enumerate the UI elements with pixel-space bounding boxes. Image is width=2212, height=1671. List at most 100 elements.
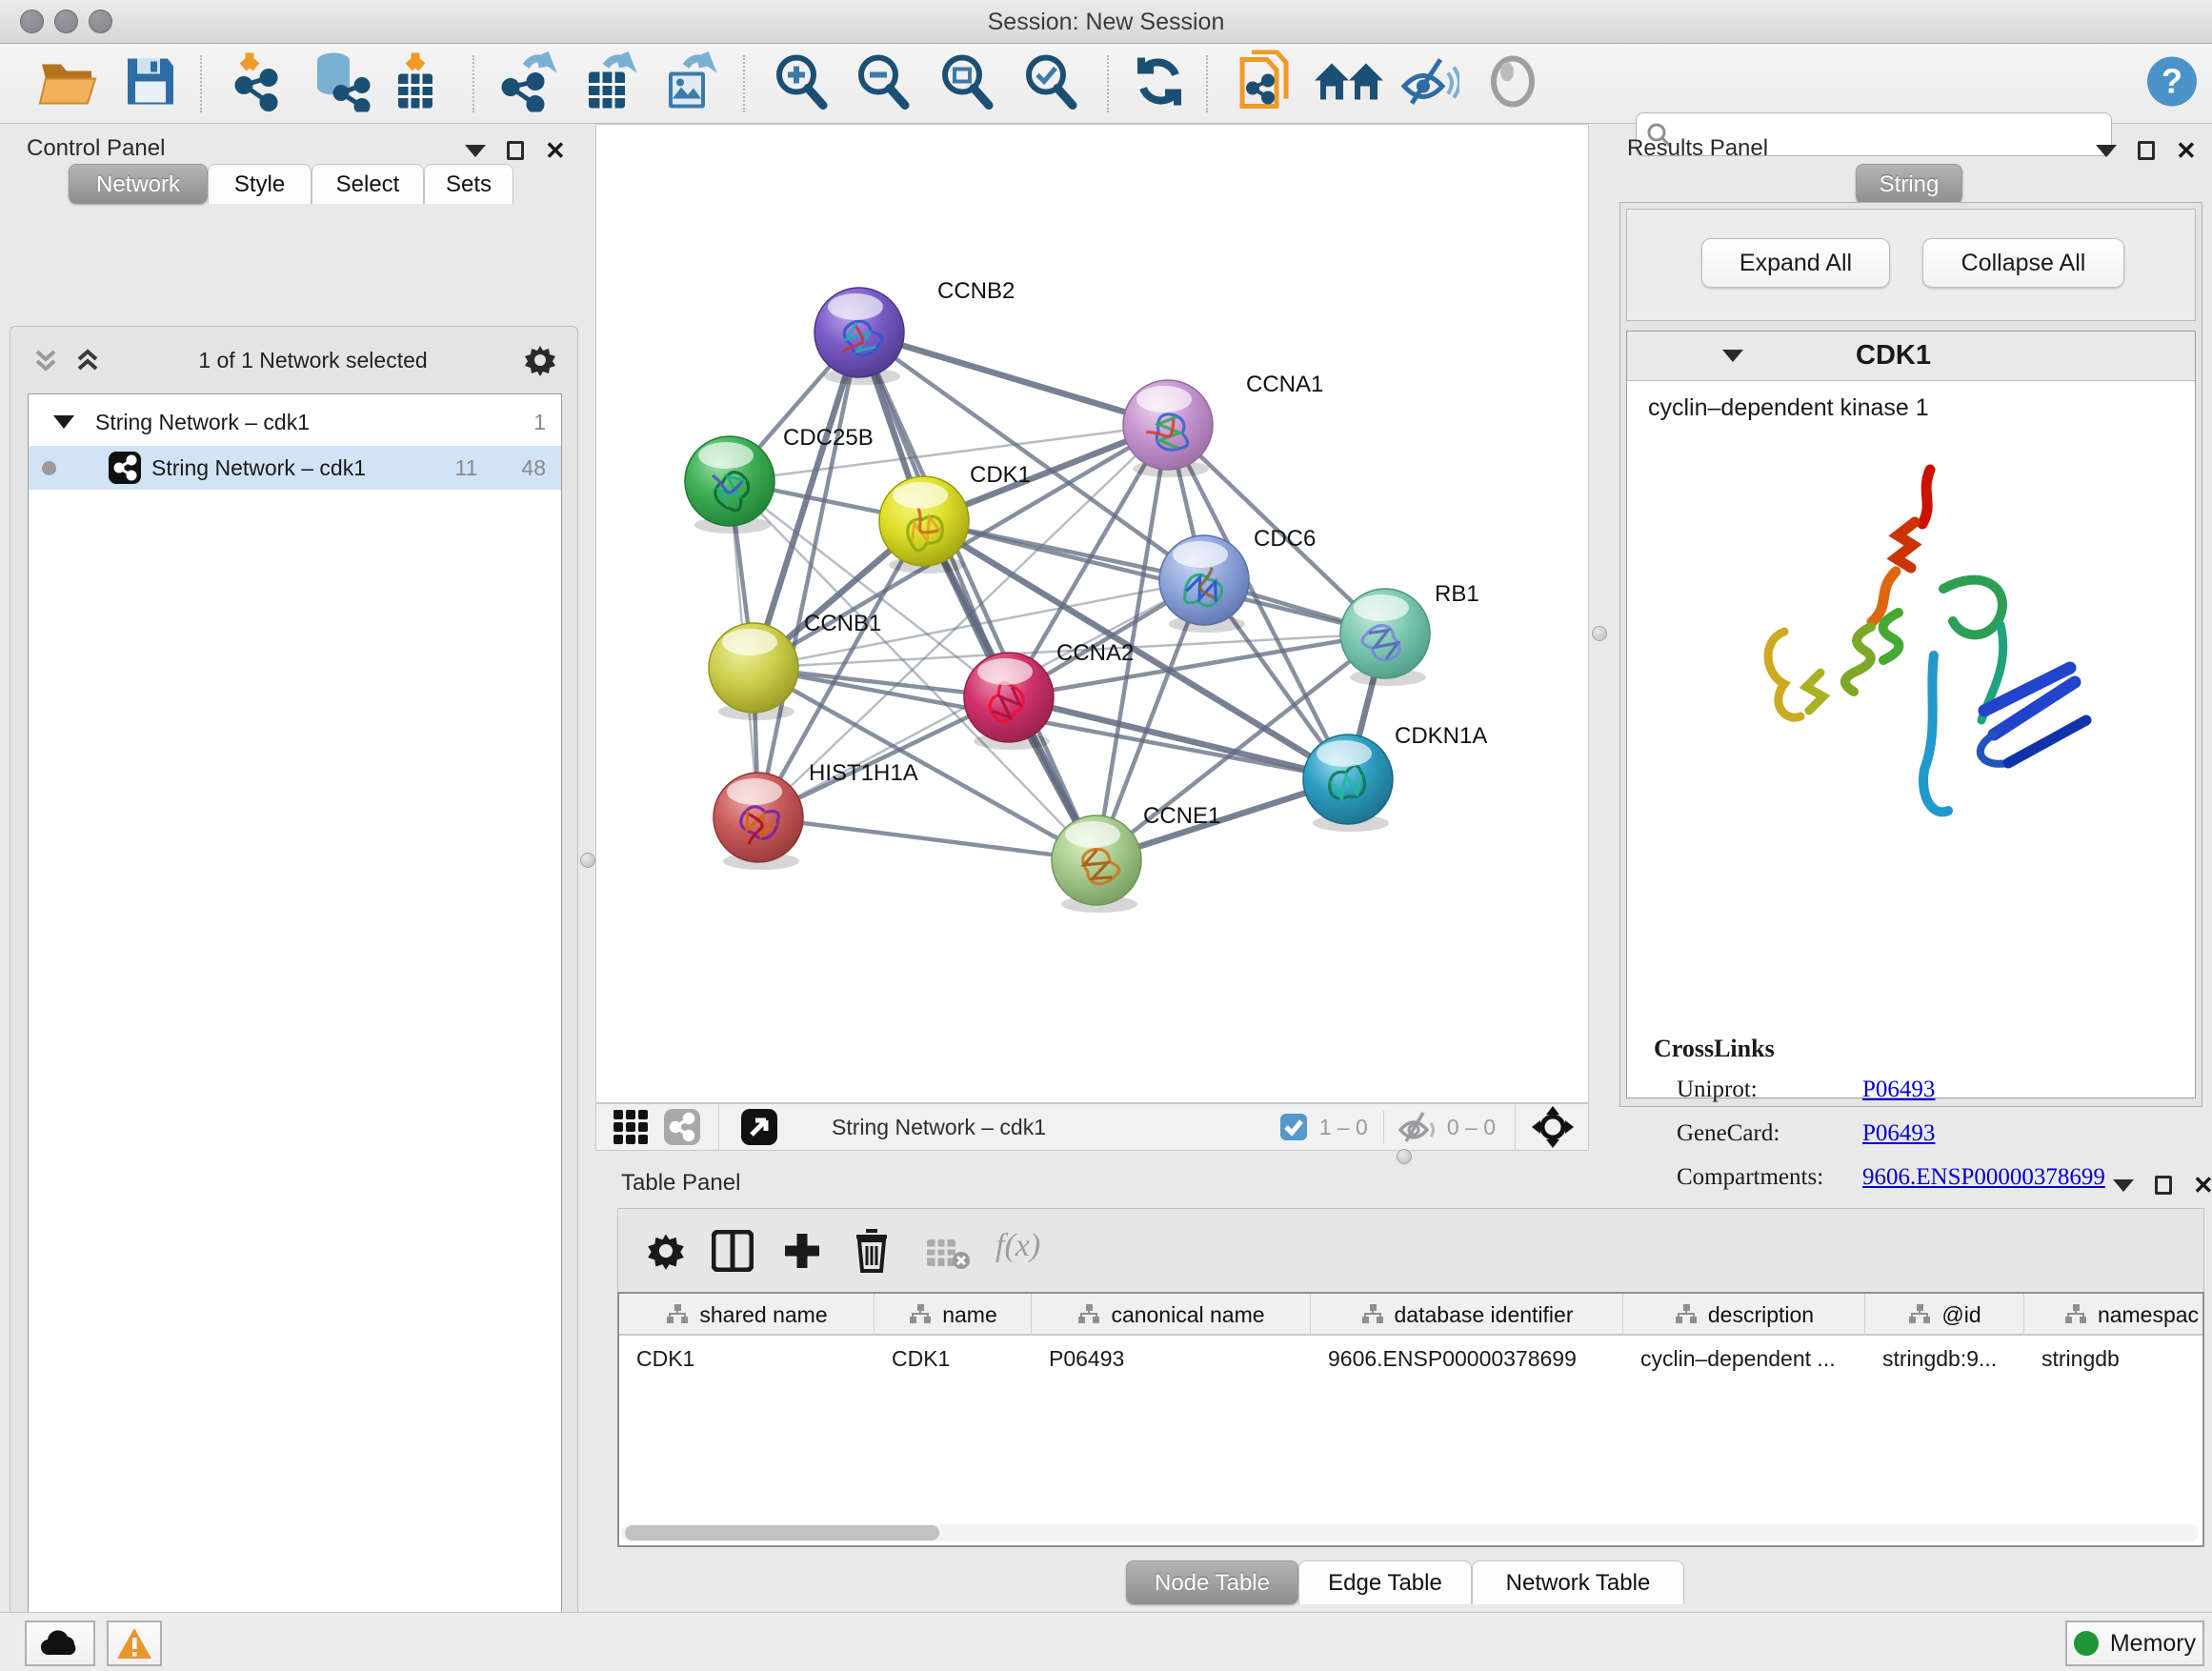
warning-button[interactable]: [107, 1621, 162, 1666]
help-icon[interactable]: ?: [2145, 54, 2199, 112]
node-CDC25B[interactable]: CDC25B: [685, 425, 874, 534]
hide-panel-eye-icon[interactable]: [1398, 53, 1459, 113]
table-cell[interactable]: stringdb:9...: [1865, 1338, 2024, 1379]
hidden-eye-icon[interactable]: [1398, 1111, 1438, 1143]
selected-checkbox-icon[interactable]: [1279, 1113, 1308, 1141]
export-table-icon[interactable]: [581, 50, 642, 116]
column-header-name[interactable]: name: [875, 1294, 1032, 1336]
zoom-out-icon[interactable]: [854, 51, 913, 115]
save-session-icon[interactable]: [124, 54, 177, 112]
tab-style[interactable]: Style: [208, 164, 312, 204]
node-CCNA1[interactable]: CCNA1: [1123, 372, 1323, 477]
tab-string[interactable]: String: [1856, 164, 1962, 204]
column-header-shared-name[interactable]: shared name: [619, 1294, 875, 1336]
table-row[interactable]: CDK1CDK1P064939606.ENSP00000378699cyclin…: [619, 1338, 2204, 1379]
table-cell[interactable]: cyclin–dependent ...: [1623, 1338, 1865, 1379]
network-share-view-icon[interactable]: [663, 1108, 701, 1146]
node-gloss: [727, 778, 782, 805]
tab-network[interactable]: Network: [69, 164, 208, 204]
node-CDC6[interactable]: CDC6: [1159, 526, 1316, 633]
gene-section-header[interactable]: CDK1: [1627, 332, 2195, 381]
edge-HIST1H1A-CCNE1[interactable]: [758, 817, 1096, 860]
edge-CCNB2-HIST1H1A[interactable]: [758, 332, 859, 817]
delete-column-icon[interactable]: [853, 1229, 891, 1273]
table-panel-float-icon[interactable]: [2155, 1176, 2172, 1195]
refresh-icon[interactable]: [1132, 53, 1187, 113]
tab-network-table[interactable]: Network Table: [1472, 1560, 1684, 1604]
network-canvas[interactable]: CCNB2CCNA1CDC25BCDK1CDC6RB1CCNB1CCNA2CDK…: [595, 124, 1589, 1103]
node-CCNB1[interactable]: CCNB1: [709, 611, 881, 720]
right-splitter-handle[interactable]: [1592, 626, 1607, 641]
cloud-button[interactable]: [25, 1621, 95, 1666]
column-header-database-identifier[interactable]: database identifier: [1311, 1294, 1623, 1336]
control-panel-close-icon[interactable]: ✕: [545, 141, 566, 160]
share-document-icon[interactable]: [1237, 50, 1296, 117]
tab-edge-table[interactable]: Edge Table: [1298, 1560, 1472, 1604]
expand-all-button[interactable]: Expand All: [1701, 238, 1890, 288]
node-table[interactable]: shared namenamecanonical namedatabase id…: [617, 1292, 2204, 1547]
add-column-icon[interactable]: [782, 1231, 822, 1271]
status-bar: Memory: [0, 1612, 2212, 1671]
show-columns-icon[interactable]: [712, 1230, 754, 1272]
table-panel-close-icon[interactable]: ✕: [2193, 1176, 2212, 1195]
table-cell[interactable]: 9606.ENSP00000378699: [1311, 1338, 1623, 1379]
node-CCNE1[interactable]: CCNE1: [1052, 803, 1220, 913]
network-row[interactable]: String Network – cdk1 11 48: [29, 446, 561, 490]
detach-view-icon[interactable]: [740, 1108, 778, 1146]
collapse-all-button[interactable]: Collapse All: [1922, 238, 2124, 288]
main-toolbar: ?: [0, 44, 2212, 124]
import-table-icon[interactable]: [387, 50, 444, 116]
node-RB1[interactable]: RB1: [1340, 581, 1479, 686]
show-sphere-icon: [1486, 54, 1539, 112]
control-panel-menu-icon[interactable]: [465, 145, 486, 157]
node-label-RB1: RB1: [1435, 581, 1479, 607]
collection-expander-icon[interactable]: [53, 415, 74, 429]
results-panel-float-icon[interactable]: [2138, 141, 2155, 160]
table-hscrollbar[interactable]: [621, 1524, 2199, 1541]
tab-node-table[interactable]: Node Table: [1126, 1560, 1298, 1604]
table-gear-icon[interactable]: [647, 1232, 685, 1270]
tab-sets[interactable]: Sets: [424, 164, 513, 204]
gene-expander-icon[interactable]: [1722, 350, 1743, 362]
zoom-in-icon[interactable]: [772, 51, 831, 115]
birds-eye-crosshair-icon[interactable]: [1531, 1105, 1575, 1149]
edge-CDK1-RB1[interactable]: [924, 521, 1385, 634]
export-network-icon[interactable]: [499, 50, 560, 116]
collapse-all-icon[interactable]: [31, 346, 60, 374]
open-session-icon[interactable]: [38, 54, 101, 112]
table-cell[interactable]: CDK1: [619, 1338, 875, 1379]
table-cell[interactable]: stringdb: [2024, 1338, 2204, 1379]
zoom-fit-icon[interactable]: [937, 51, 996, 115]
edge-CCNB2-CCNA1[interactable]: [859, 332, 1168, 425]
column-type-icon: [1674, 1303, 1699, 1326]
crosslink-value-link[interactable]: P06493: [1862, 1077, 1935, 1103]
node-label-CDKN1A: CDKN1A: [1395, 723, 1487, 749]
control-panel-float-icon[interactable]: [507, 141, 524, 160]
node-CDKN1A[interactable]: CDKN1A: [1303, 723, 1487, 832]
import-network-file-icon[interactable]: [231, 50, 290, 116]
memory-button[interactable]: Memory: [2065, 1621, 2204, 1666]
table-cell[interactable]: P06493: [1032, 1338, 1311, 1379]
crosslink-value-link[interactable]: P06493: [1862, 1120, 1935, 1147]
gear-icon[interactable]: [524, 344, 556, 376]
home-pages-icon[interactable]: [1313, 55, 1385, 111]
left-splitter-handle[interactable]: [580, 853, 595, 868]
grid-view-icon[interactable]: [612, 1108, 650, 1146]
column-header-description[interactable]: description: [1623, 1294, 1865, 1336]
zoom-selected-icon[interactable]: [1021, 51, 1080, 115]
results-panel-close-icon[interactable]: ✕: [2176, 141, 2197, 160]
column-header-namespac[interactable]: namespac: [2024, 1294, 2204, 1336]
table-panel-menu-icon[interactable]: [2113, 1179, 2134, 1192]
table-cell[interactable]: CDK1: [875, 1338, 1032, 1379]
expand-all-icon[interactable]: [73, 346, 102, 374]
network-collection-row[interactable]: String Network – cdk1 1: [29, 400, 561, 444]
node-HIST1H1A[interactable]: HIST1H1A: [714, 760, 918, 870]
network-label: String Network – cdk1: [151, 455, 455, 481]
table-hscroll-thumb[interactable]: [625, 1525, 939, 1540]
results-panel-menu-icon[interactable]: [2096, 145, 2117, 157]
tab-select[interactable]: Select: [312, 164, 424, 204]
column-header--id[interactable]: @id: [1865, 1294, 2024, 1336]
column-header-canonical-name[interactable]: canonical name: [1032, 1294, 1311, 1336]
import-network-database-icon[interactable]: [303, 50, 373, 116]
export-image-icon[interactable]: [661, 50, 722, 116]
